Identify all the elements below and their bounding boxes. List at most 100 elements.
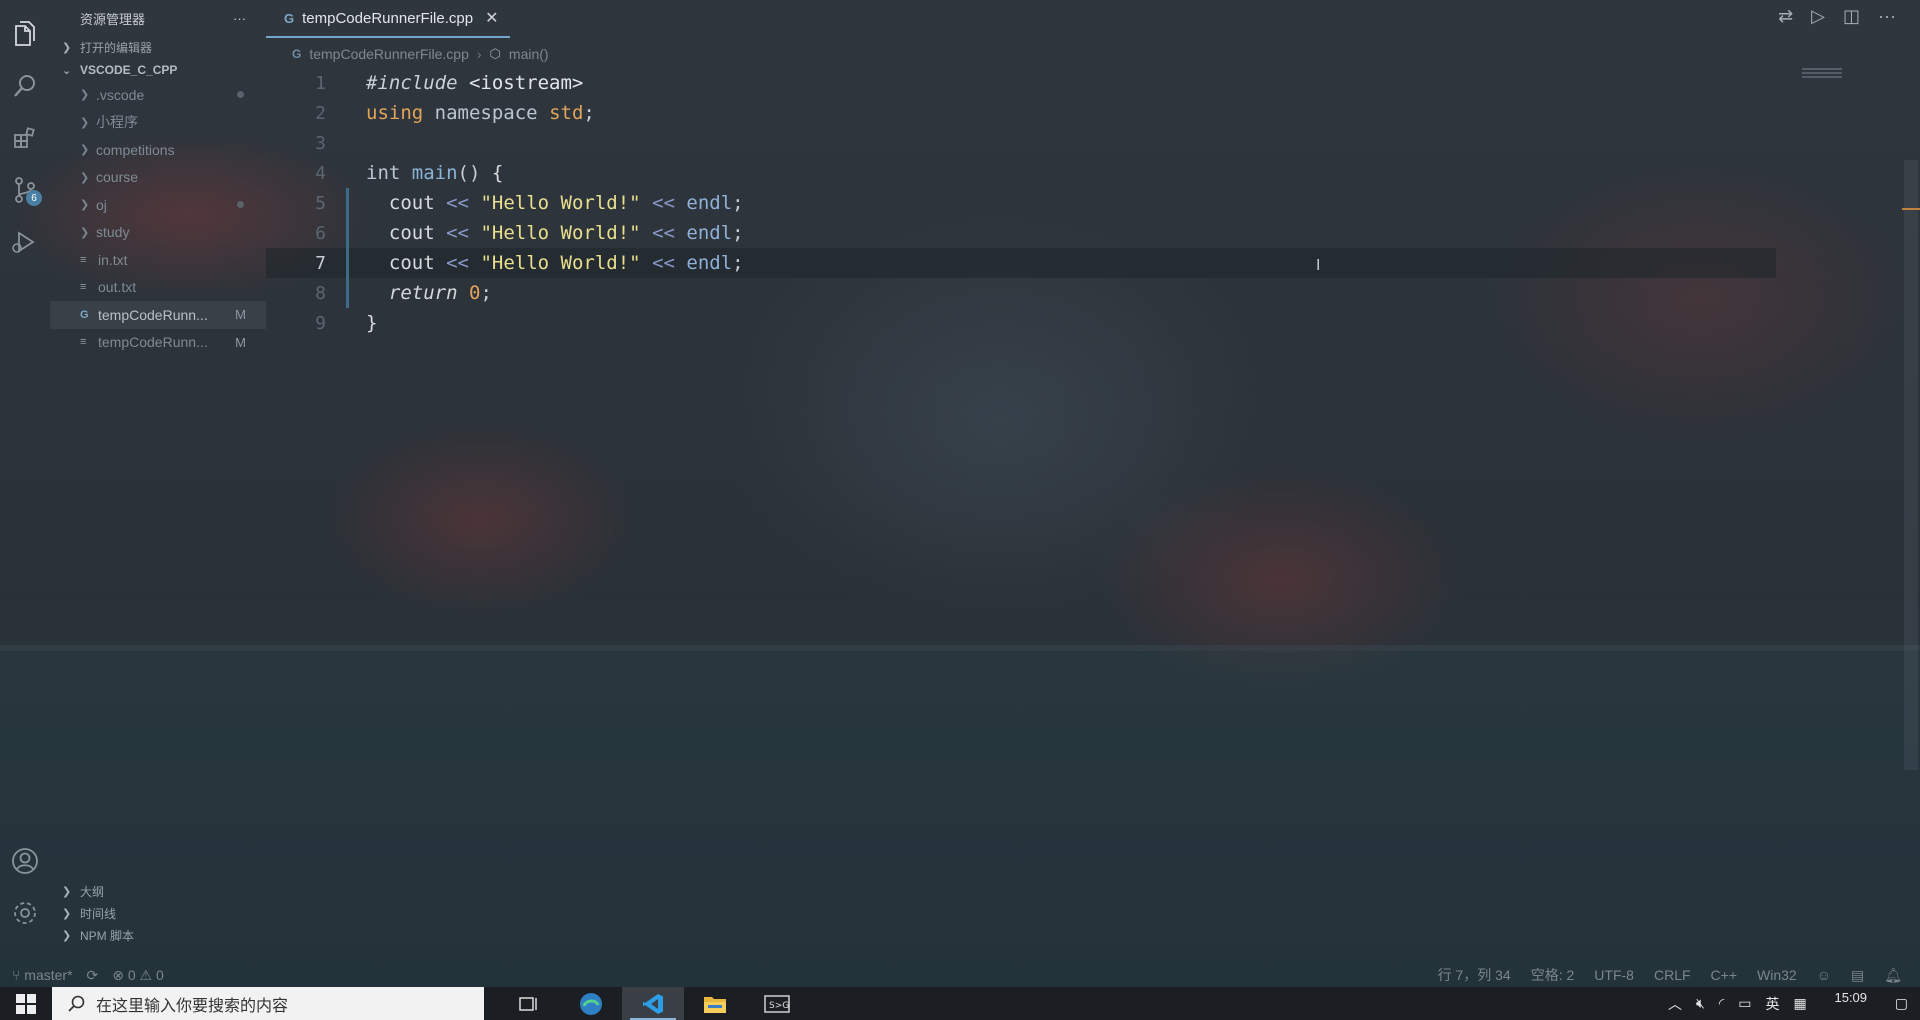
extensions-icon[interactable]	[0, 112, 50, 164]
workspace-label: VSCODE_C_CPP	[80, 63, 178, 77]
activity-bar: 6	[0, 0, 50, 975]
task-view-icon[interactable]	[498, 987, 560, 1020]
line-number: 6	[315, 222, 326, 244]
tab-tempcoderunnerfile[interactable]: G tempCodeRunnerFile.cpp ✕	[266, 0, 511, 38]
wifi-icon[interactable]: ◜	[1719, 995, 1724, 1012]
tree-item[interactable]: ❯ course	[50, 164, 266, 192]
code-line: 4 int main() {	[266, 158, 1776, 188]
snipaste-icon[interactable]: S>G	[746, 987, 808, 1020]
run-icon[interactable]: ▷	[1811, 6, 1825, 27]
input-method-grid-icon[interactable]: ▦	[1794, 995, 1807, 1012]
account-icon[interactable]	[0, 835, 50, 887]
tree-item[interactable]: ❯ oj	[50, 191, 266, 219]
branch-label: master*	[24, 967, 73, 983]
code-text: cout << "Hello World!" << endl;	[388, 222, 744, 244]
outline-label: 大纲	[80, 884, 105, 899]
chevron-up-icon[interactable]: ︿	[1668, 994, 1682, 1014]
clock[interactable]: 15:09	[1821, 990, 1881, 1006]
sidebar-header: 资源管理器 ···	[50, 0, 266, 36]
bell-icon[interactable]: 🔔︎	[1884, 967, 1902, 984]
notification-center-icon[interactable]: ▢	[1895, 995, 1908, 1012]
tree-item[interactable]: ≡ tempCodeRunn... M	[50, 329, 266, 357]
taskbar-search-input[interactable]: 在这里输入你要搜索的内容	[52, 987, 484, 1020]
gear-icon[interactable]	[0, 887, 50, 939]
ime-indicator[interactable]: 英	[1766, 994, 1780, 1014]
open-editors-section[interactable]: ❯ 打开的编辑器	[50, 36, 266, 58]
text-cursor-icon: I	[1316, 257, 1321, 274]
branch-status[interactable]: ⑂ master*	[12, 967, 73, 983]
minimap-line	[1802, 76, 1842, 78]
tree-item[interactable]: ≡ out.txt	[50, 274, 266, 302]
edge-browser-icon[interactable]	[560, 987, 622, 1020]
vertical-scrollbar[interactable]	[1904, 160, 1918, 770]
close-icon[interactable]: ✕	[485, 8, 498, 28]
outline-section[interactable]: ❯ 大纲	[50, 880, 266, 902]
clipboard-icon[interactable]: ▤	[1851, 967, 1864, 984]
code-line: 2 using namespace std;	[266, 98, 1776, 128]
volume-muted-icon[interactable]: 🔇︎	[1696, 995, 1705, 1012]
split-editor-icon[interactable]: ◫	[1843, 6, 1860, 27]
git-status-badge: M	[235, 334, 246, 350]
minimap[interactable]	[1796, 68, 1906, 86]
branch-icon: ⑂	[12, 967, 25, 983]
sync-icon[interactable]: ⟳	[87, 967, 99, 984]
tree-item-label: oj	[96, 196, 107, 213]
battery-icon[interactable]: ▭	[1738, 995, 1751, 1012]
workspace-section[interactable]: ⌄ VSCODE_C_CPP	[50, 59, 266, 81]
status-bar: ⑂ master* ⟳ ⊗ 0 ⚠ 0 行 7，列 34 空格: 2 UTF-8…	[0, 963, 1920, 987]
chevron-right-icon: ❯	[80, 171, 90, 184]
vscode-icon[interactable]	[622, 987, 684, 1020]
editor-actions: ⇄ ▷ ◫ ···	[1778, 6, 1896, 27]
tree-item-label: competitions	[96, 141, 175, 158]
tree-item[interactable]: ❯ 小程序	[50, 109, 266, 137]
code-text: }	[366, 312, 378, 334]
cpp-file-icon: G	[284, 10, 295, 26]
cpp-file-icon: G	[80, 308, 89, 321]
search-icon[interactable]	[0, 60, 50, 112]
tree-item[interactable]: ≡ in.txt	[50, 246, 266, 274]
code-editor[interactable]: 1 #include <iostream> 2 using namespace …	[266, 68, 1776, 338]
code-line-current: 7 cout << "Hello World!" << endl;	[266, 248, 1776, 278]
cpp-file-icon: G	[292, 47, 302, 61]
explorer-icon[interactable]	[0, 8, 50, 60]
chevron-right-icon: ❯	[62, 907, 72, 920]
encoding[interactable]: UTF-8	[1594, 967, 1634, 983]
tree-item[interactable]: ❯ study	[50, 219, 266, 247]
cursor-position[interactable]: 行 7，列 34	[1438, 965, 1511, 985]
line-number: 2	[315, 102, 326, 124]
minimap-line	[1802, 68, 1842, 70]
breadcrumb-symbol[interactable]: main()	[509, 46, 549, 62]
run-debug-icon[interactable]	[0, 216, 50, 268]
language-mode[interactable]: C++	[1711, 967, 1737, 983]
compare-changes-icon[interactable]: ⇄	[1778, 6, 1793, 27]
modified-dot-icon	[237, 91, 244, 99]
tab-bar: G tempCodeRunnerFile.cpp ✕ ⇄ ▷ ◫ ···	[266, 0, 1920, 38]
explorer-sidebar: 资源管理器 ··· ❯ 打开的编辑器 ⌄ VSCODE_C_CPP ❯ .vsco…	[50, 0, 266, 975]
modified-gutter	[336, 278, 366, 308]
tree-item[interactable]: ❯ .vscode	[50, 81, 266, 109]
feedback-icon[interactable]: ☺	[1817, 967, 1831, 983]
breadcrumb-file[interactable]: tempCodeRunnerFile.cpp	[309, 46, 469, 62]
text-file-icon: ≡	[80, 281, 87, 294]
code-text: #include <iostream>	[366, 72, 584, 94]
file-explorer-icon[interactable]	[684, 987, 746, 1020]
more-actions-icon[interactable]: ···	[1878, 6, 1896, 27]
chevron-right-icon: ❯	[62, 885, 72, 898]
svg-text:S>G: S>G	[769, 1001, 789, 1011]
tree-item[interactable]: ❯ competitions	[50, 136, 266, 164]
indentation[interactable]: 空格: 2	[1531, 965, 1575, 985]
problems-status[interactable]: ⊗ 0 ⚠ 0	[112, 967, 164, 984]
tree-item-label: .vscode	[96, 86, 145, 103]
more-actions-icon[interactable]: ···	[233, 11, 246, 26]
timeline-section[interactable]: ❯ 时间线	[50, 902, 266, 924]
line-number: 7	[315, 252, 326, 274]
windows-start-icon[interactable]	[0, 987, 52, 1020]
source-control-icon[interactable]: 6	[0, 164, 50, 216]
end-of-line[interactable]: CRLF	[1654, 967, 1691, 983]
platform[interactable]: Win32	[1757, 967, 1797, 983]
tree-item[interactable]: GtempCodeRunn... M	[50, 301, 266, 329]
code-line: 3	[266, 128, 1776, 158]
scrollbar-cursor-marker	[1902, 208, 1920, 210]
chevron-down-icon: ⌄	[62, 64, 72, 77]
npm-scripts-section[interactable]: ❯ NPM 脚本	[50, 924, 266, 946]
